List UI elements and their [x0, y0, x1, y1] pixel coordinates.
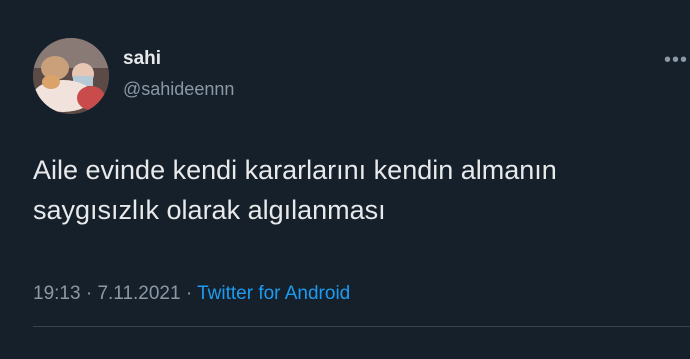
avatar[interactable] [33, 38, 109, 114]
user-handle[interactable]: @sahideennn [123, 78, 234, 100]
avatar-photo [33, 38, 109, 114]
display-name[interactable]: sahi [123, 48, 161, 70]
meta-separator: · [185, 283, 193, 304]
meta-separator: · [85, 283, 93, 304]
more-horizontal-icon[interactable]: ••• [664, 50, 688, 70]
divider [33, 326, 690, 327]
tweet-source-link[interactable]: Twitter for Android [197, 283, 350, 304]
tweet-text: Aile evinde kendi kararlarını kendin alm… [33, 155, 557, 225]
tweet-time[interactable]: 19:13 [33, 283, 81, 304]
tweet-date[interactable]: 7.11.2021 [97, 283, 180, 304]
tweet-meta: 19:13 · 7.11.2021 · Twitter for Android [33, 283, 350, 305]
